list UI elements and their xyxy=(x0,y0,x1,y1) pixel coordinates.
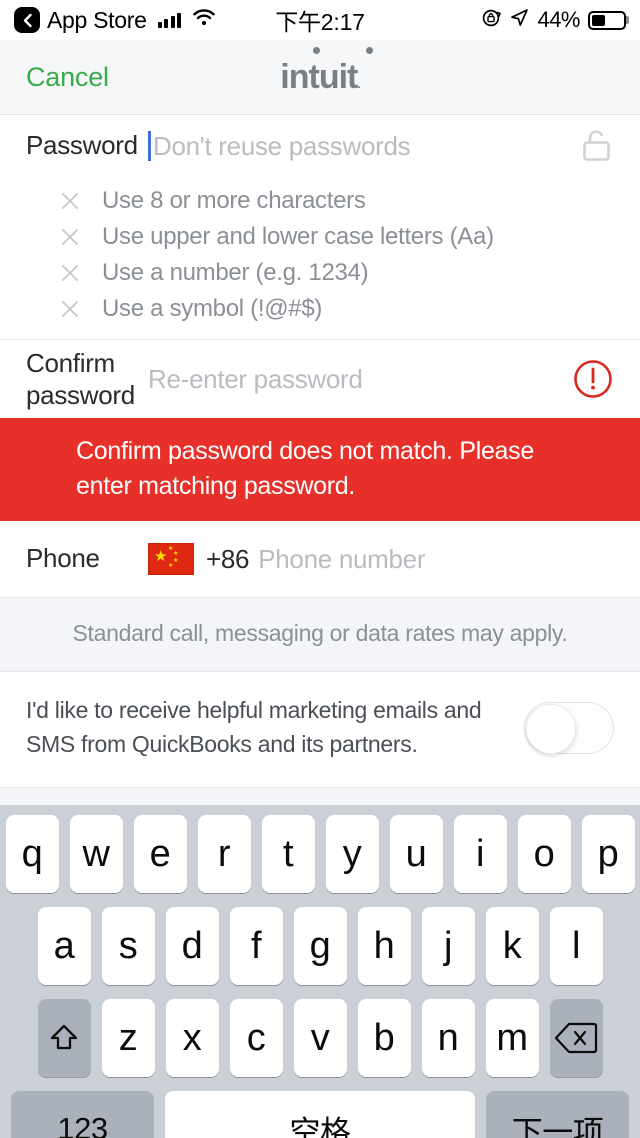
key-s[interactable]: s xyxy=(102,907,155,985)
x-mark-icon xyxy=(60,191,80,211)
list-item: Use a symbol (!@#$) xyxy=(60,291,640,327)
phone-placeholder: Phone number xyxy=(258,544,425,575)
error-exclamation-icon[interactable] xyxy=(572,358,614,400)
key-c[interactable]: c xyxy=(230,999,283,1077)
password-placeholder: Don't reuse passwords xyxy=(153,131,410,162)
key-j[interactable]: j xyxy=(422,907,475,985)
list-item: Use a number (e.g. 1234) xyxy=(60,255,640,291)
password-requirements-list: Use 8 or more characters Use upper and l… xyxy=(0,177,640,339)
key-f[interactable]: f xyxy=(230,907,283,985)
key-y[interactable]: y xyxy=(326,815,379,893)
toggle-knob xyxy=(526,704,576,754)
key-v[interactable]: v xyxy=(294,999,347,1077)
key-g[interactable]: g xyxy=(294,907,347,985)
key-h[interactable]: h xyxy=(358,907,411,985)
marketing-optin-toggle[interactable] xyxy=(524,702,614,754)
password-field-row[interactable]: Password Don't reuse passwords xyxy=(0,115,640,177)
confirm-password-input[interactable]: Re-enter password xyxy=(148,364,572,395)
key-p[interactable]: p xyxy=(582,815,635,893)
key-u[interactable]: u xyxy=(390,815,443,893)
requirement-label: Use upper and lower case letters (Aa) xyxy=(102,223,494,251)
confirm-password-label: Confirm password xyxy=(26,347,148,412)
cellular-signal-icon xyxy=(158,12,182,28)
backspace-delete-icon[interactable] xyxy=(550,999,603,1077)
list-item: Use upper and lower case letters (Aa) xyxy=(60,219,640,255)
key-r[interactable]: r xyxy=(198,815,251,893)
requirement-label: Use 8 or more characters xyxy=(102,187,366,215)
x-mark-icon xyxy=(60,299,80,319)
battery-percent-label: 44% xyxy=(537,7,580,33)
china-flag-icon[interactable]: ★ ★★★★ xyxy=(148,543,194,575)
next-key[interactable]: 下一项 xyxy=(486,1091,629,1138)
unlock-icon[interactable] xyxy=(578,127,614,165)
list-item: Use 8 or more characters xyxy=(60,183,640,219)
key-a[interactable]: a xyxy=(38,907,91,985)
rotation-lock-icon xyxy=(482,8,502,33)
key-o[interactable]: o xyxy=(518,815,571,893)
error-banner: Confirm password does not match. Please … xyxy=(0,418,640,521)
key-d[interactable]: d xyxy=(166,907,219,985)
wifi-icon xyxy=(193,9,215,31)
signup-form: Password Don't reuse passwords Use 8 or … xyxy=(0,115,640,787)
rates-disclaimer: Standard call, messaging or data rates m… xyxy=(0,597,640,672)
requirement-label: Use a number (e.g. 1234) xyxy=(102,259,368,287)
cancel-button[interactable]: Cancel xyxy=(0,62,109,93)
status-bar-back-app-label[interactable]: App Store xyxy=(47,7,147,34)
key-n[interactable]: n xyxy=(422,999,475,1077)
key-m[interactable]: m xyxy=(486,999,539,1077)
space-key[interactable]: 空格 xyxy=(165,1091,475,1138)
key-z[interactable]: z xyxy=(102,999,155,1077)
chevron-left-icon[interactable] xyxy=(14,7,40,33)
marketing-optin-label: I'd like to receive helpful marketing em… xyxy=(26,694,524,761)
key-x[interactable]: x xyxy=(166,999,219,1077)
country-code-label: +86 xyxy=(206,544,249,575)
location-arrow-icon xyxy=(510,8,529,32)
navigation-bar: Cancel intuit. xyxy=(0,40,640,115)
battery-icon xyxy=(588,11,626,30)
x-mark-icon xyxy=(60,227,80,247)
phone-label: Phone xyxy=(26,542,148,575)
marketing-optin-row: I'd like to receive helpful marketing em… xyxy=(0,672,640,787)
keyboard-row-2: a s d f g h j k l xyxy=(0,907,640,985)
x-mark-icon xyxy=(60,263,80,283)
key-l[interactable]: l xyxy=(550,907,603,985)
text-caret xyxy=(148,131,151,161)
key-q[interactable]: q xyxy=(6,815,59,893)
numbers-key[interactable]: 123 xyxy=(11,1091,154,1138)
keyboard-row-4: 123 空格 下一项 xyxy=(0,1091,640,1138)
password-label: Password xyxy=(26,129,148,162)
phone-input[interactable]: ★ ★★★★ +86 Phone number xyxy=(148,543,614,575)
key-e[interactable]: e xyxy=(134,815,187,893)
key-i[interactable]: i xyxy=(454,815,507,893)
phone-field-row[interactable]: Phone ★ ★★★★ +86 Phone number xyxy=(0,521,640,597)
key-b[interactable]: b xyxy=(358,999,411,1077)
keyboard-row-1: q w e r t y u i o p xyxy=(0,815,640,893)
status-bar-right: 44% xyxy=(482,7,626,33)
status-bar-left: App Store xyxy=(14,7,215,34)
requirement-label: Use a symbol (!@#$) xyxy=(102,295,322,323)
app-screen: App Store 下午2:17 xyxy=(0,0,640,1138)
onscreen-keyboard: q w e r t y u i o p a s d f g h j k l xyxy=(0,805,640,1138)
keyboard-top-gap xyxy=(0,787,640,805)
status-bar: App Store 下午2:17 xyxy=(0,0,640,40)
key-w[interactable]: w xyxy=(70,815,123,893)
shift-arrow-icon[interactable] xyxy=(38,999,91,1077)
password-input[interactable]: Don't reuse passwords xyxy=(148,131,578,162)
key-t[interactable]: t xyxy=(262,815,315,893)
key-k[interactable]: k xyxy=(486,907,539,985)
confirm-password-placeholder: Re-enter password xyxy=(148,364,363,395)
confirm-password-field-row[interactable]: Confirm password Re-enter password xyxy=(0,340,640,418)
keyboard-row-3: z x c v b n m xyxy=(0,999,640,1077)
error-pointer-triangle xyxy=(576,419,610,436)
